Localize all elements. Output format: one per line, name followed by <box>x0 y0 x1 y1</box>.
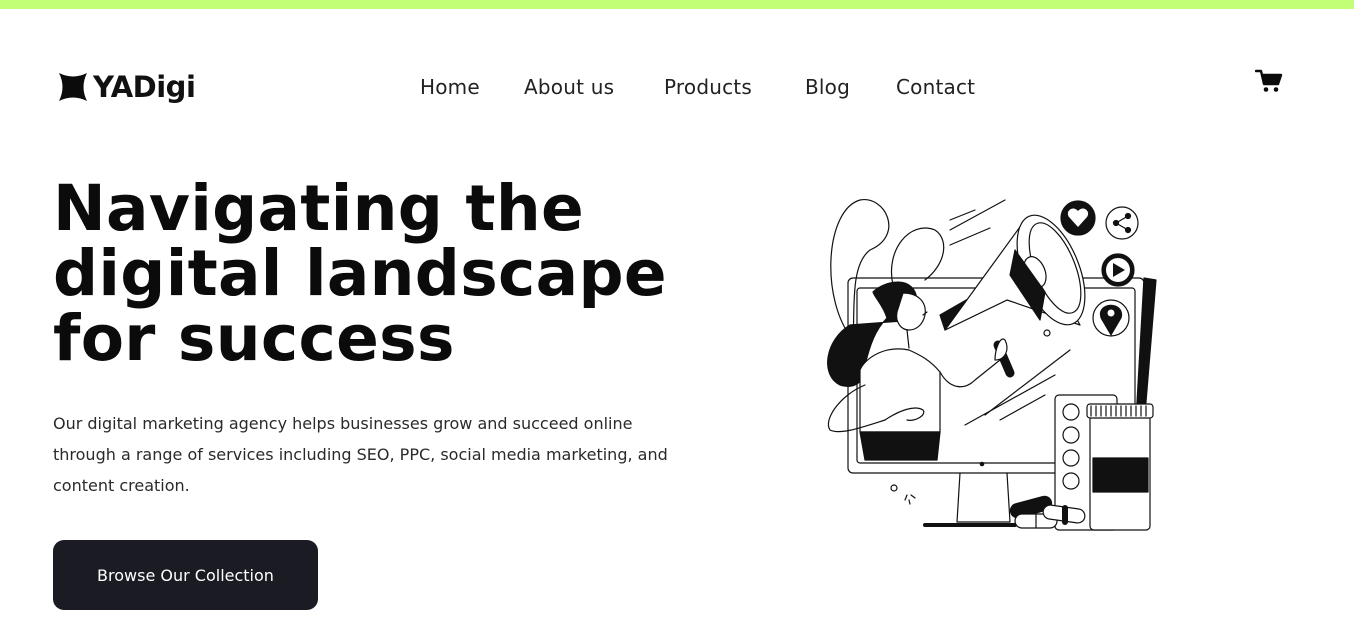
heart-icon <box>1060 200 1096 236</box>
browse-collection-button[interactable]: Browse Our Collection <box>53 540 318 610</box>
brand-logo[interactable]: YADigi <box>58 70 196 104</box>
nav-item-about-us[interactable]: About us <box>524 74 614 100</box>
location-pin-icon <box>1092 299 1130 337</box>
hero-illustration <box>827 199 1157 531</box>
hero-headline-line: Navigating the <box>53 172 584 245</box>
shopping-cart-icon[interactable] <box>1255 68 1283 94</box>
play-icon <box>1101 253 1135 287</box>
brand-name: YADigi <box>93 70 196 104</box>
share-icon <box>1105 206 1139 240</box>
nav-item-products[interactable]: Products <box>664 74 752 100</box>
hero-headline: Navigating the digital landscape for suc… <box>53 176 667 371</box>
hero-headline-line: digital landscape <box>53 237 667 310</box>
nav-item-home[interactable]: Home <box>420 74 480 100</box>
hero-description: Our digital marketing agency helps busin… <box>53 414 668 495</box>
hero-headline-line: for success <box>53 302 455 375</box>
nav-item-contact[interactable]: Contact <box>896 74 975 100</box>
star-burst-icon <box>59 73 87 101</box>
pill-bottle-icon <box>1086 403 1154 531</box>
nav-item-blog[interactable]: Blog <box>805 74 850 100</box>
top-accent-bar <box>0 0 1354 9</box>
